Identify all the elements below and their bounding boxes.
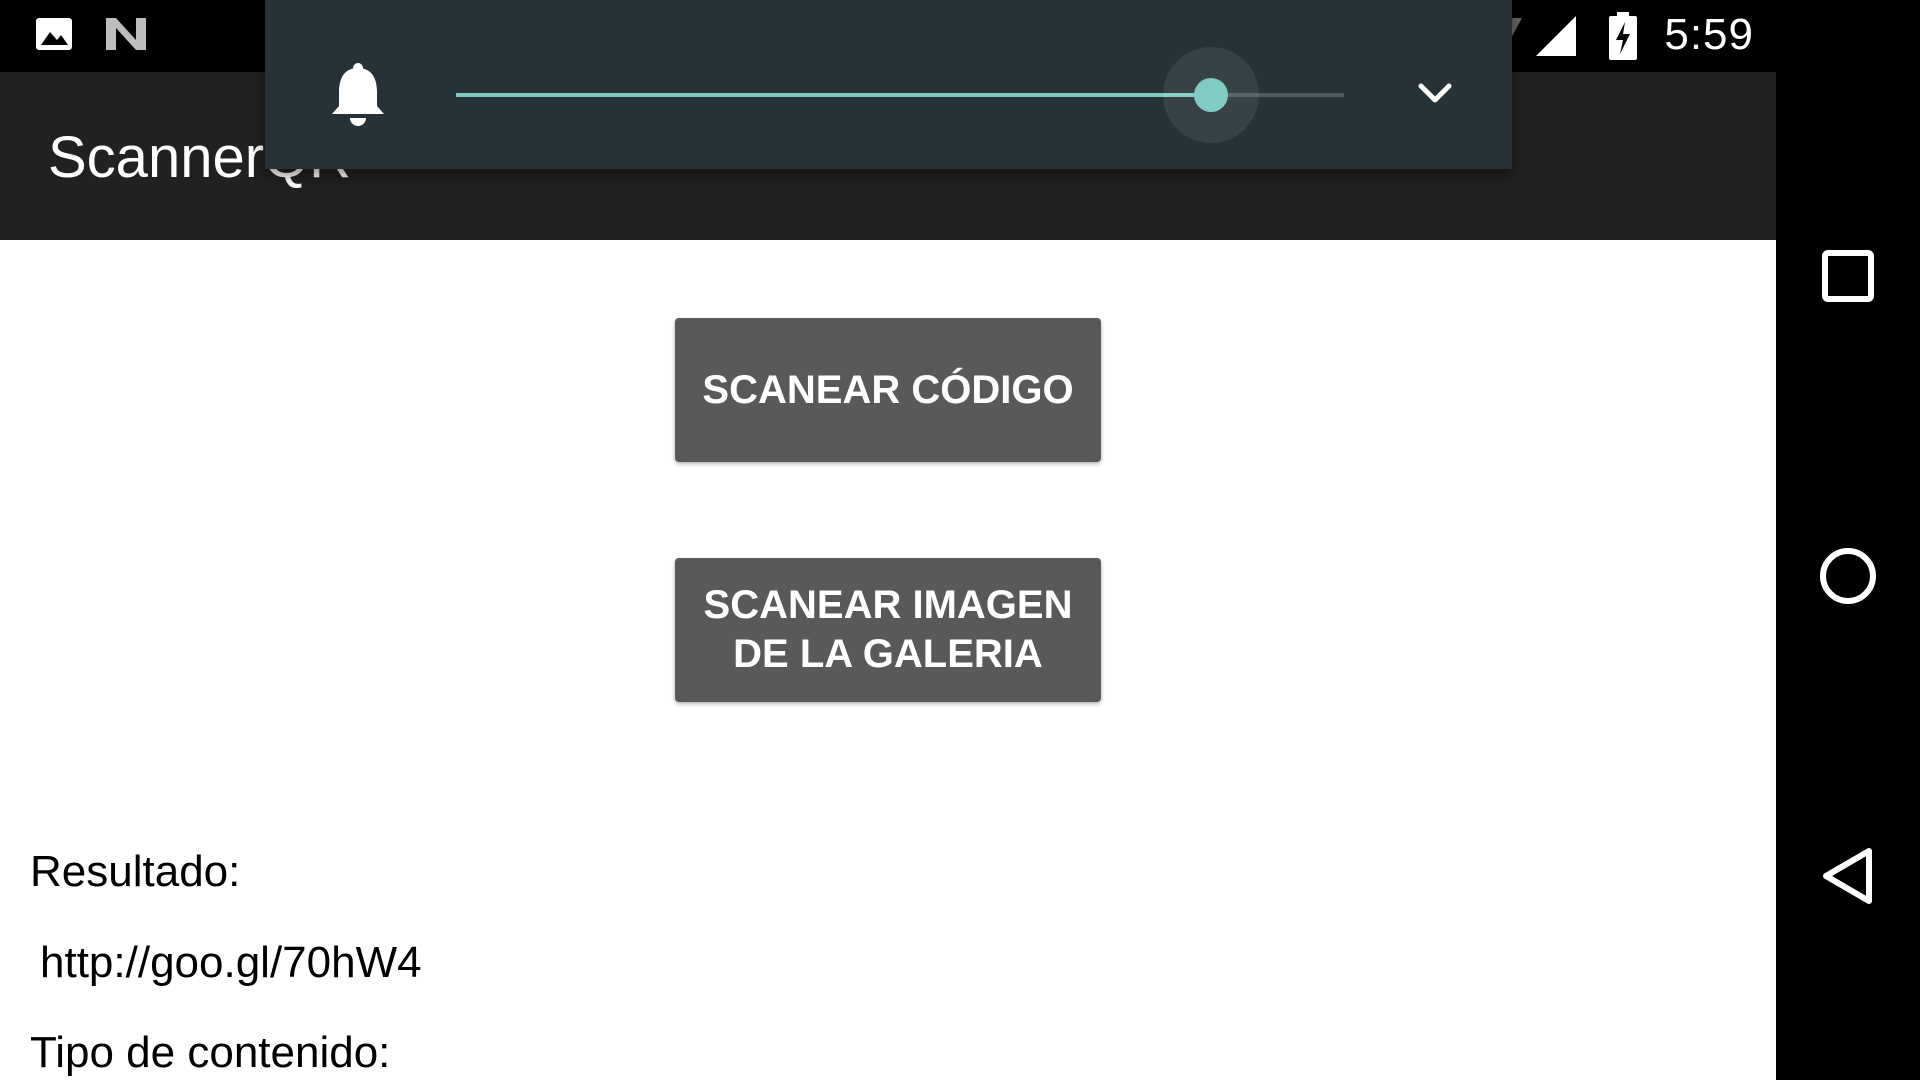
- scan-gallery-button-line1: SCANEAR IMAGEN: [703, 583, 1073, 627]
- volume-panel: [265, 0, 1512, 169]
- image-icon: [34, 14, 74, 59]
- result-value: http://goo.gl/70hW4: [40, 938, 422, 987]
- recents-square-icon[interactable]: [1812, 240, 1884, 312]
- navigation-bar: [1776, 72, 1920, 1080]
- bell-icon[interactable]: [329, 62, 387, 131]
- scan-code-button-label: SCANEAR CÓDIGO: [702, 367, 1074, 412]
- volume-slider-thumb[interactable]: [1193, 78, 1228, 112]
- signal-icon: [1534, 14, 1578, 63]
- chevron-down-icon[interactable]: [1415, 80, 1455, 113]
- scan-code-button[interactable]: SCANEAR CÓDIGO: [675, 318, 1101, 462]
- result-label: Resultado:: [30, 847, 241, 896]
- volume-slider-fill: [456, 93, 1211, 97]
- home-circle-icon[interactable]: [1812, 540, 1884, 612]
- status-time: 5:59: [1664, 10, 1754, 59]
- n-logo-icon: [104, 14, 148, 59]
- scan-gallery-button-line2: DE LA GALERIA: [733, 632, 1043, 676]
- main-content: SCANEAR CÓDIGO SCANEAR IMAGEN DE LA GALE…: [0, 240, 1776, 1080]
- back-triangle-icon[interactable]: [1812, 840, 1884, 912]
- content-type-label: Tipo de contenido:: [30, 1028, 391, 1077]
- scan-gallery-button[interactable]: SCANEAR IMAGEN DE LA GALERIA: [675, 558, 1101, 702]
- battery-charging-icon: [1608, 12, 1638, 65]
